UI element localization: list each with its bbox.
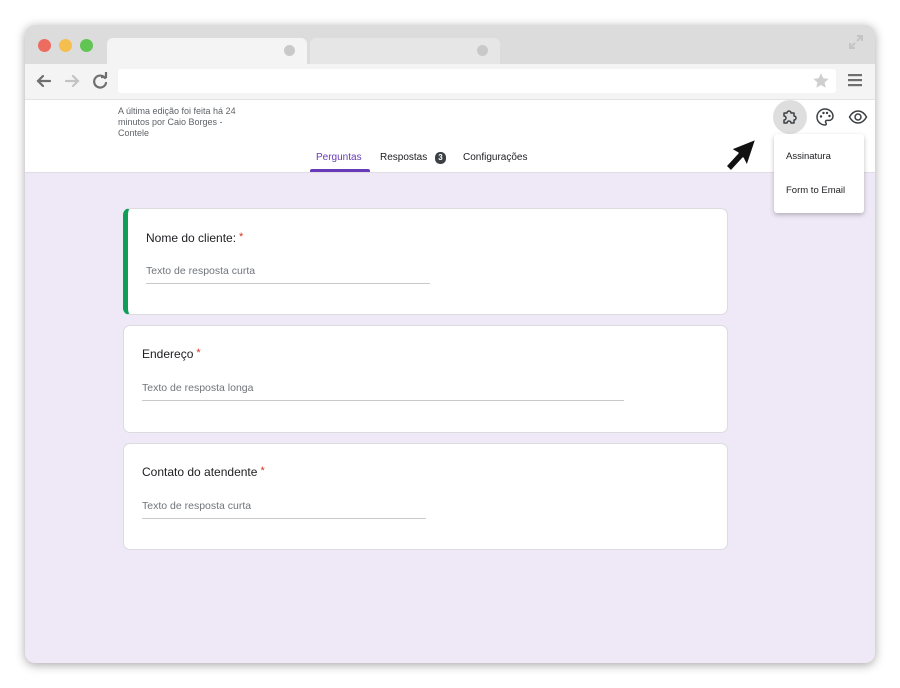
browser-tab-1[interactable] (107, 38, 307, 64)
answer-underline (142, 518, 426, 519)
back-arrow-icon[interactable] (34, 71, 54, 91)
close-window-button[interactable] (38, 39, 51, 52)
required-asterisk: * (239, 231, 244, 243)
puzzle-icon (783, 110, 797, 124)
required-asterisk: * (260, 465, 265, 477)
menu-item-form-to-email[interactable]: Form to Email (786, 185, 845, 196)
menu-item-assinatura[interactable]: Assinatura (786, 151, 831, 162)
browser-window: A última edição foi feita há 24 minutos … (25, 25, 875, 663)
minimize-window-button[interactable] (59, 39, 72, 52)
last-edit-info[interactable]: A última edição foi feita há 24 minutos … (118, 106, 248, 139)
question-card[interactable]: Endereço * Texto de resposta longa (123, 325, 728, 433)
answer-underline (142, 400, 624, 401)
tab-questions[interactable]: Perguntas (316, 152, 362, 163)
question-card[interactable]: Nome do cliente: * Texto de resposta curt… (123, 208, 728, 315)
tab-settings[interactable]: Configurações (463, 152, 527, 163)
answer-underline (146, 283, 430, 284)
browser-tab-2[interactable] (310, 38, 500, 64)
question-title-text: Endereço (142, 347, 194, 361)
addons-button[interactable] (773, 100, 807, 134)
tab-close-icon[interactable] (284, 45, 295, 56)
tab-close-icon[interactable] (477, 45, 488, 56)
forward-arrow-icon[interactable] (62, 71, 82, 91)
palette-icon[interactable] (815, 107, 835, 127)
mouse-cursor-icon (725, 138, 757, 172)
address-bar[interactable] (118, 69, 836, 93)
maximize-window-button[interactable] (80, 39, 93, 52)
expand-icon[interactable] (847, 33, 865, 51)
question-card[interactable]: Contato do atendente * Texto de resposta … (123, 443, 728, 550)
question-title-text: Contato do atendente (142, 465, 258, 479)
eye-icon[interactable] (848, 107, 868, 127)
answer-placeholder: Texto de resposta longa (142, 382, 254, 394)
question-title-text: Nome do cliente: (146, 231, 237, 245)
question-title[interactable]: Contato do atendente * (142, 465, 265, 479)
responses-count-badge: 3 (435, 152, 446, 164)
bookmark-star-icon[interactable] (812, 72, 830, 90)
tab-responses-label: Respostas (380, 152, 428, 163)
browser-titlebar (25, 25, 875, 64)
browser-toolbar (25, 64, 875, 100)
question-title[interactable]: Endereço * (142, 347, 201, 361)
question-title[interactable]: Nome do cliente: * (146, 231, 243, 245)
required-asterisk: * (196, 347, 201, 359)
answer-placeholder: Texto de resposta curta (146, 265, 256, 277)
addons-menu: Assinatura Form to Email (774, 134, 864, 213)
answer-placeholder: Texto de resposta curta (142, 500, 252, 512)
browser-menu-icon[interactable] (847, 72, 863, 88)
active-tab-indicator (310, 169, 370, 172)
tab-responses[interactable]: Respostas (380, 152, 427, 163)
reload-icon[interactable] (90, 71, 110, 91)
